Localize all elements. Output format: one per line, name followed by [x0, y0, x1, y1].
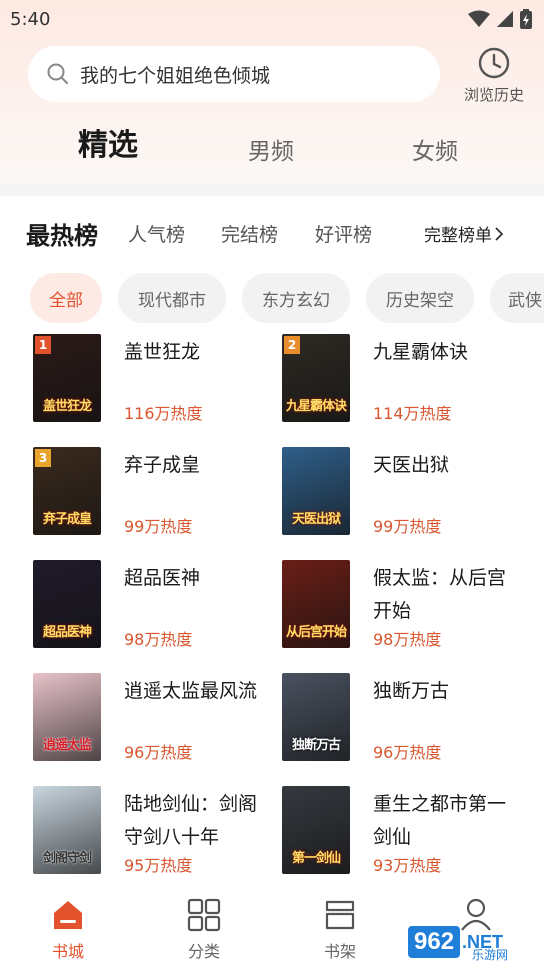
chevron-right-icon — [495, 226, 504, 241]
book-cover: 天医出狱 — [282, 447, 350, 535]
book-title: 重生之都市第一剑仙 — [373, 793, 507, 848]
book-item[interactable]: 独断万古 独断万古 96万热度 — [282, 673, 522, 765]
tab-featured[interactable]: 精选 — [78, 120, 138, 164]
cover-title: 独断万古 — [291, 738, 341, 753]
chip-modern-city[interactable]: 现代都市 — [118, 273, 226, 323]
nav-bookstore[interactable]: 书城 — [28, 898, 108, 962]
home-icon — [54, 901, 82, 929]
nav-categories-label: 分类 — [187, 942, 220, 961]
book-heat: 93万热度 — [373, 856, 442, 875]
rank-badge: 1 — [35, 336, 51, 354]
book-item[interactable]: 剑阁守剑 陆地剑仙：剑阁守剑八十年 95万热度 — [33, 786, 273, 878]
chip-eastern-fantasy[interactable]: 东方玄幻 — [242, 273, 350, 323]
book-heat: 96万热度 — [124, 743, 193, 762]
book-cover: 3 弃子成皇 — [33, 447, 101, 535]
cover-title: 天医出狱 — [291, 512, 341, 527]
rank-tab-popularity[interactable]: 人气榜 — [128, 220, 185, 247]
book-title: 假太监：从后宫开始 — [373, 567, 507, 622]
full-ranking-link[interactable]: 完整榜单 — [424, 221, 506, 246]
book-cover: 1 盖世狂龙 — [33, 334, 101, 422]
book-item[interactable]: 1 盖世狂龙 盖世狂龙 116万热度 — [33, 334, 273, 426]
book-item[interactable]: 超品医神 超品医神 98万热度 — [33, 560, 273, 652]
book-cover: 剑阁守剑 — [33, 786, 101, 874]
book-item[interactable]: 3 弃子成皇 弃子成皇 99万热度 — [33, 447, 273, 539]
tab-male[interactable]: 男频 — [248, 132, 294, 166]
book-title: 九星霸体诀 — [373, 341, 469, 363]
status-icons — [468, 9, 532, 29]
grid-icon — [187, 898, 221, 932]
book-title: 独断万古 — [373, 680, 450, 702]
section-divider — [0, 184, 544, 196]
bookshelf-icon — [325, 900, 355, 930]
cover-title: 逍遥太监 — [42, 738, 92, 753]
chip-wuxia[interactable]: 武侠 — [490, 273, 544, 323]
nav-bookshelf[interactable]: 书架 — [300, 898, 380, 962]
book-heat: 98万热度 — [124, 630, 193, 649]
book-cover: 逍遥太监 — [33, 673, 101, 761]
book-cover: 独断万古 — [282, 673, 350, 761]
rank-title[interactable]: 最热榜 — [26, 216, 98, 251]
status-time: 5:40 — [10, 8, 51, 30]
book-cover: 从后宫开始 — [282, 560, 350, 648]
nav-bookshelf-label: 书架 — [323, 942, 356, 961]
clock-icon — [478, 47, 510, 79]
book-heat: 95万热度 — [124, 856, 193, 875]
search-icon — [47, 63, 68, 84]
book-title: 天医出狱 — [373, 454, 450, 476]
book-cover: 2 九星霸体诀 — [282, 334, 350, 422]
book-title: 逍遥太监最风流 — [124, 680, 258, 702]
cover-title: 超品医神 — [42, 625, 92, 640]
wifi-icon — [468, 10, 490, 27]
browse-history-label: 浏览历史 — [463, 86, 524, 104]
battery-icon — [520, 9, 532, 29]
watermark-number: 962 — [408, 926, 461, 958]
book-heat: 116万热度 — [124, 404, 203, 423]
book-cover: 第一剑仙 — [282, 786, 350, 874]
status-bar: 5:40 — [0, 0, 544, 38]
book-heat: 99万热度 — [124, 517, 193, 536]
rank-tabs: 最热榜 人气榜 完结榜 好评榜 完整榜单 — [0, 208, 544, 258]
cover-title: 弃子成皇 — [42, 512, 92, 527]
cover-title: 九星霸体诀 — [285, 399, 347, 414]
book-heat: 114万热度 — [373, 404, 452, 423]
cover-title: 第一剑仙 — [291, 851, 341, 866]
book-heat: 98万热度 — [373, 630, 442, 649]
rank-badge: 3 — [35, 449, 51, 467]
watermark-sub: 乐游网 — [472, 948, 509, 962]
cover-title: 剑阁守剑 — [42, 851, 92, 866]
cover-title: 盖世狂龙 — [42, 399, 92, 414]
book-heat: 96万热度 — [373, 743, 442, 762]
rank-tab-rating[interactable]: 好评榜 — [315, 220, 372, 247]
book-title: 弃子成皇 — [124, 454, 201, 476]
book-item[interactable]: 从后宫开始 假太监：从后宫开始 98万热度 — [282, 560, 522, 652]
chip-all[interactable]: 全部 — [30, 273, 102, 323]
tab-female[interactable]: 女频 — [412, 132, 458, 166]
book-item[interactable]: 2 九星霸体诀 九星霸体诀 114万热度 — [282, 334, 522, 426]
book-title: 陆地剑仙：剑阁守剑八十年 — [124, 793, 258, 848]
rank-badge: 2 — [284, 336, 300, 354]
search-input[interactable]: 我的七个姐姐绝色倾城 — [28, 46, 440, 102]
book-title: 超品医神 — [124, 567, 201, 589]
browse-history-button[interactable]: 浏览历史 — [456, 46, 532, 106]
main-tabs: 精选 男频 女频 — [0, 120, 544, 176]
book-heat: 99万热度 — [373, 517, 442, 536]
site-watermark: 962 .NET 乐游网 — [408, 916, 544, 968]
search-query: 我的七个姐姐绝色倾城 — [80, 64, 271, 87]
signal-icon — [497, 11, 513, 27]
chip-alt-history[interactable]: 历史架空 — [366, 273, 474, 323]
full-ranking-label: 完整榜单 — [424, 226, 492, 246]
book-item[interactable]: 逍遥太监 逍遥太监最风流 96万热度 — [33, 673, 273, 765]
book-item[interactable]: 天医出狱 天医出狱 99万热度 — [282, 447, 522, 539]
search-row: 我的七个姐姐绝色倾城 浏览历史 — [28, 46, 528, 106]
book-item[interactable]: 第一剑仙 重生之都市第一剑仙 93万热度 — [282, 786, 522, 878]
nav-categories[interactable]: 分类 — [164, 898, 244, 962]
cover-title: 从后宫开始 — [285, 625, 347, 640]
rank-tab-completed[interactable]: 完结榜 — [221, 220, 278, 247]
category-chips: 全部 现代都市 东方玄幻 历史架空 武侠 — [30, 273, 544, 323]
book-cover: 超品医神 — [33, 560, 101, 648]
nav-bookstore-label: 书城 — [51, 942, 84, 961]
book-title: 盖世狂龙 — [124, 341, 201, 363]
